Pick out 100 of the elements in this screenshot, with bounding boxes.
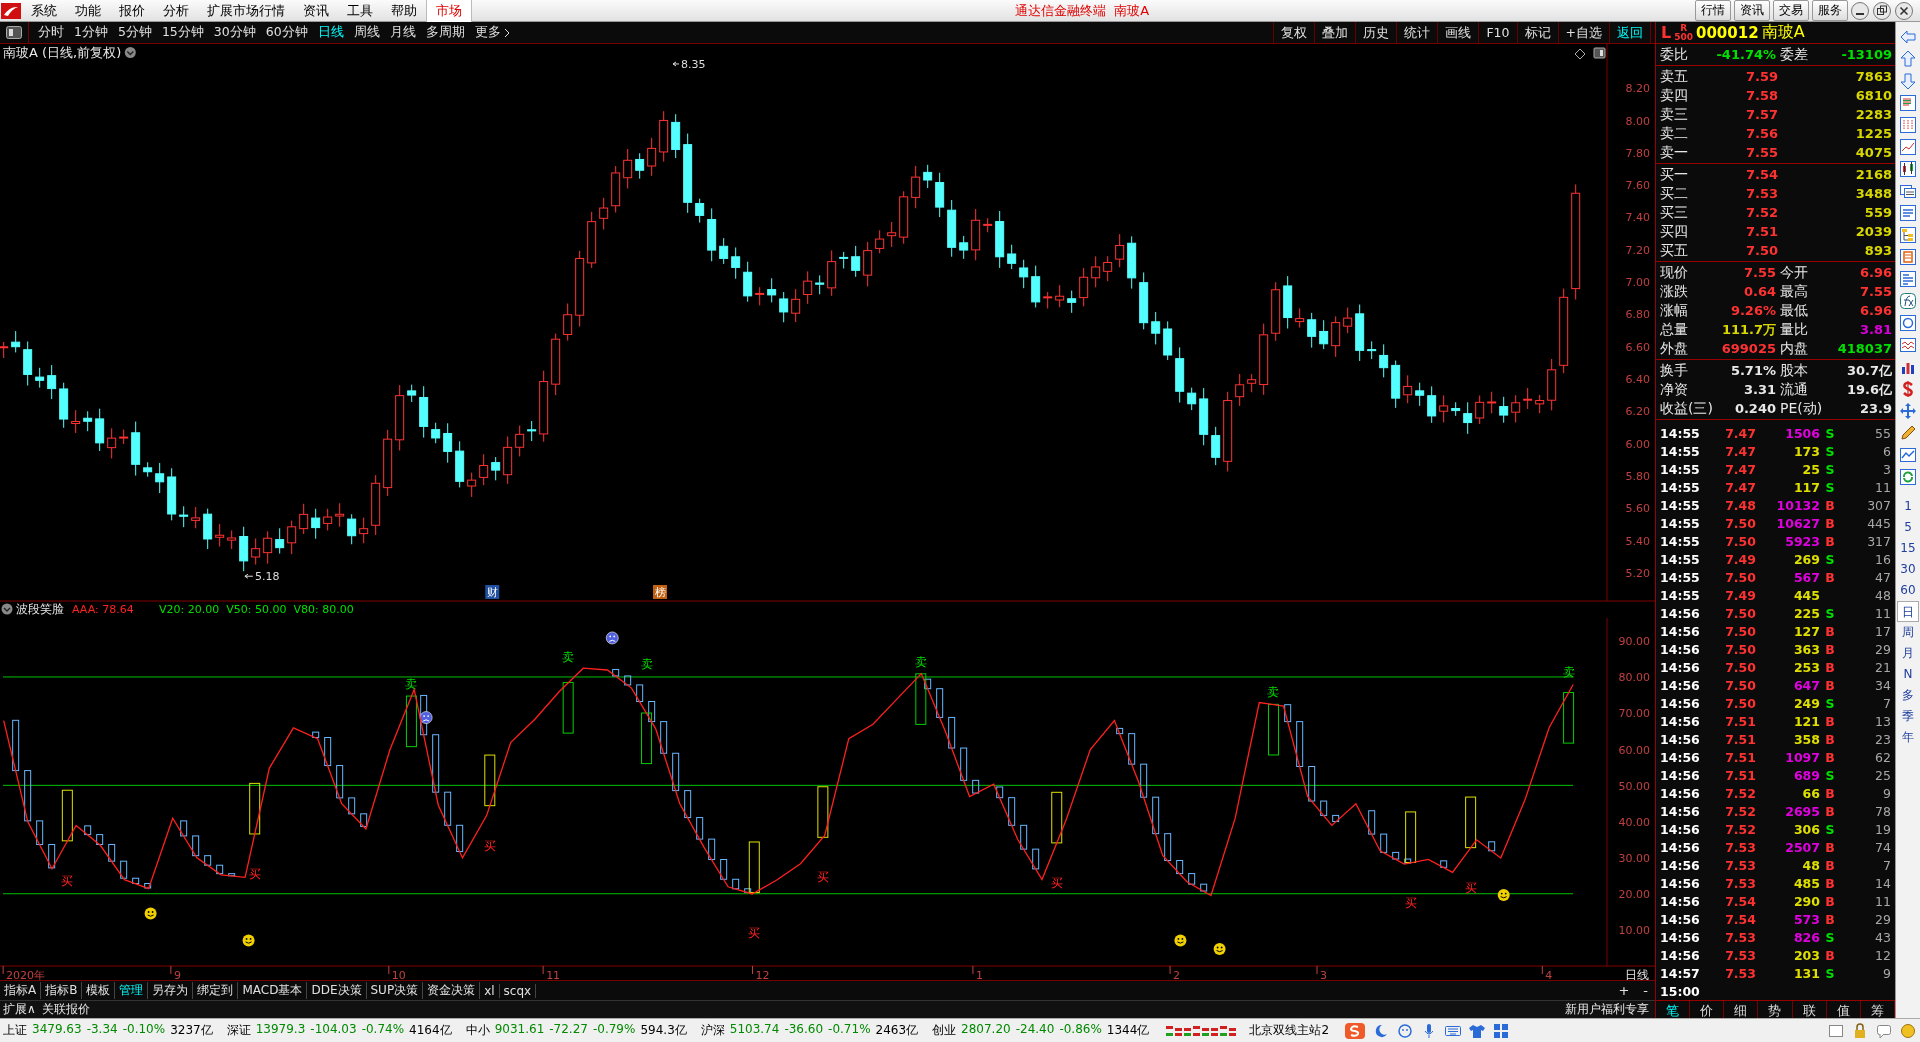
link-button[interactable]: 关联报价 [38,1001,93,1018]
period-button[interactable]: 月 [1897,643,1919,664]
circle-icon[interactable] [1899,314,1917,332]
refresh-icon[interactable] [1899,468,1917,486]
period-tab[interactable]: 分时 [33,24,69,41]
period-tab[interactable]: 周线 [348,24,385,41]
formula-icon[interactable] [1899,292,1917,310]
toolbar-button[interactable]: 历史 [1355,22,1397,43]
indicator-tab[interactable]: 模板 [82,982,116,999]
indicator-tab[interactable]: 另存为 [148,982,194,999]
date-label: 1 [975,969,983,980]
coin-icon[interactable] [1899,1021,1917,1040]
toolbar-button[interactable]: 画线 [1437,22,1479,43]
table-icon[interactable] [1899,116,1917,134]
ime-icon[interactable] [1344,1021,1367,1040]
more-tab[interactable]: 更多 [469,24,515,41]
report-icon[interactable] [1899,270,1917,288]
promo-link[interactable]: 新用户福利专享 [1565,1001,1655,1018]
toolbar-button[interactable]: 返回 [1609,22,1650,43]
period-tab[interactable]: 5分钟 [112,24,157,41]
toolbar-button[interactable]: +自选 [1557,22,1609,43]
pencil-icon[interactable] [1899,424,1917,442]
period-tab[interactable]: 月线 [384,24,421,41]
close-icon[interactable] [1894,0,1914,21]
indicator-tab[interactable]: 资金决策 [423,982,481,999]
indicator-tab[interactable]: scqx [499,983,537,998]
minimize-icon[interactable] [1850,0,1870,21]
event-marker[interactable]: 榜 [653,585,667,599]
period-button[interactable]: 5 [1897,517,1919,538]
event-marker[interactable]: 财 [485,585,500,599]
period-button[interactable]: 15 [1897,538,1919,559]
diamond-icon[interactable] [1574,48,1586,60]
menu-item[interactable]: 市场 [426,0,472,22]
tree-icon[interactable] [1899,226,1917,244]
indicator-tab[interactable]: SUP决策 [366,982,424,999]
indicator-tab[interactable]: 指标A [0,982,42,999]
arrow-up-icon[interactable] [1899,50,1917,68]
indicator-tab[interactable]: 指标B [41,982,83,999]
indicator-tab[interactable]: MACD基本 [238,982,308,999]
nav-button[interactable]: 服务 [1812,0,1848,21]
index-amount: 4164亿 [409,1022,452,1039]
period-button[interactable]: N [1897,664,1919,685]
windows-icon[interactable] [1899,182,1917,200]
nav-button[interactable]: 交易 [1773,0,1809,21]
menu-item[interactable]: 功能 [66,0,110,22]
move-icon[interactable] [1899,402,1917,420]
period-button[interactable]: 季 [1897,706,1919,727]
period-button[interactable]: 多 [1897,685,1919,706]
menu-item[interactable]: 报价 [110,0,154,22]
toolbar-button[interactable]: 复权 [1273,22,1315,43]
axis-label: 7.40 [1625,211,1650,225]
period-tab[interactable]: 1分钟 [69,24,113,41]
period-button[interactable]: 日 [1897,601,1919,622]
period-button[interactable]: 30 [1897,559,1919,580]
menu-item[interactable]: 资讯 [294,0,338,22]
emoji-icon[interactable] [1396,1021,1415,1040]
period-button[interactable]: 60 [1897,580,1919,601]
order-price: 7.53 [1744,186,1778,201]
toolbar-button[interactable]: 叠加 [1314,22,1356,43]
nav-button[interactable]: 资讯 [1734,0,1770,21]
bookmark-icon[interactable] [1899,248,1917,266]
indicator-tab[interactable]: xl [480,983,500,998]
collapse-icon[interactable] [1,603,13,615]
toolbar-button[interactable]: 统计 [1396,22,1438,43]
tick-count: 62 [1874,749,1891,765]
arrow-down-icon[interactable] [1899,72,1917,90]
candlestick-icon[interactable] [1899,160,1917,178]
indicator-tab[interactable]: 管理 [115,982,149,999]
toolbar-button[interactable]: 标记 [1516,22,1558,43]
menu-item[interactable]: 帮助 [382,0,426,22]
period-button[interactable]: 年 [1897,727,1919,748]
period-button[interactable]: 周 [1897,622,1919,643]
menu-item[interactable]: 系统 [22,0,66,22]
indicator-tab[interactable]: DDE决策 [307,982,367,999]
indicator-tab[interactable]: 绑定到 [193,982,239,999]
grid-icon[interactable] [1492,1021,1511,1040]
panel-icon[interactable] [1593,47,1606,59]
document-icon[interactable] [1899,204,1917,222]
zoom-button[interactable]: - [1636,983,1655,998]
menu-item[interactable]: 分析 [154,0,198,22]
period-tab[interactable]: 日线 [312,24,349,41]
period-tab[interactable]: 15分钟 [156,24,209,41]
restore-icon[interactable] [1872,0,1892,21]
period-button[interactable]: 1 [1897,496,1919,517]
chevron-down-icon[interactable] [124,47,136,58]
nav-button[interactable]: 行情 [1695,0,1731,21]
link-button[interactable]: 扩展∧ [0,1001,39,1018]
wave-chart-icon[interactable] [1899,336,1917,354]
list-icon[interactable] [1899,94,1917,112]
panel-toggle-icon[interactable] [6,26,22,39]
toolbar-button[interactable]: F10 [1478,22,1517,43]
menu-item[interactable]: 工具 [338,0,382,22]
period-tab[interactable]: 多周期 [420,24,470,41]
period-tab[interactable]: 30分钟 [208,24,261,41]
arrow-left-icon[interactable] [1899,28,1917,46]
chart-window-icon[interactable] [1899,446,1917,464]
period-tab[interactable]: 60分钟 [260,24,313,41]
line-chart-icon[interactable] [1899,138,1917,156]
menu-item[interactable]: 扩展市场行情 [198,0,294,22]
zoom-button[interactable]: + [1611,983,1637,998]
